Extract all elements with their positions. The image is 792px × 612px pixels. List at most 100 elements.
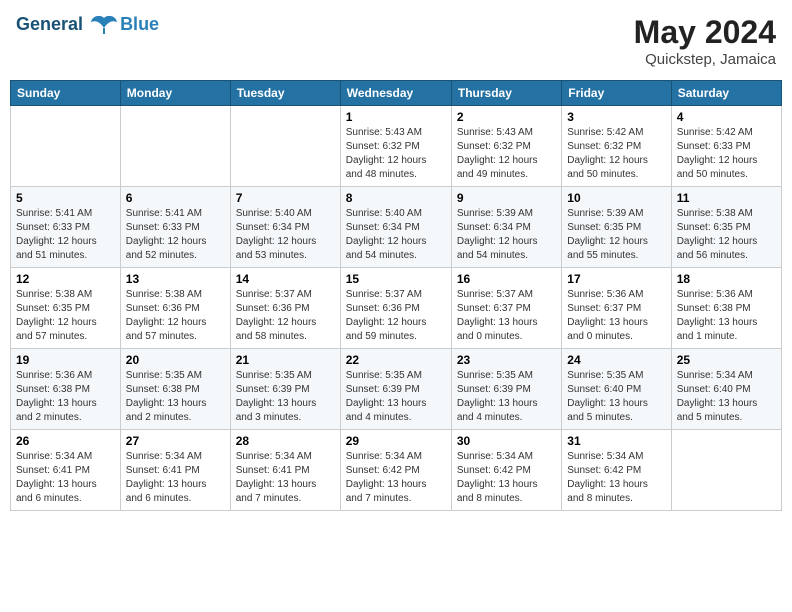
day-number: 29 (346, 434, 446, 448)
day-info: Sunrise: 5:39 AM Sunset: 6:34 PM Dayligh… (457, 207, 556, 263)
calendar-table: SundayMondayTuesdayWednesdayThursdayFrid… (10, 80, 782, 511)
day-number: 20 (126, 353, 225, 367)
day-info: Sunrise: 5:35 AM Sunset: 6:39 PM Dayligh… (457, 369, 556, 425)
day-info: Sunrise: 5:34 AM Sunset: 6:41 PM Dayligh… (236, 450, 335, 506)
day-info: Sunrise: 5:41 AM Sunset: 6:33 PM Dayligh… (126, 207, 225, 263)
calendar-week-row: 12Sunrise: 5:38 AM Sunset: 6:35 PM Dayli… (11, 268, 782, 349)
calendar-cell: 22 Sunrise: 5:35 AM Sunset: 6:39 PM Dayli… (340, 349, 451, 430)
day-number: 9 (457, 191, 556, 205)
day-info: Sunrise: 5:35 AM Sunset: 6:40 PM Dayligh… (567, 369, 665, 425)
day-number: 30 (457, 434, 556, 448)
day-number: 2 (457, 110, 556, 124)
calendar-cell: 16Sunrise: 5:37 AM Sunset: 6:37 PM Dayli… (451, 268, 561, 349)
day-info: Sunrise: 5:34 AM Sunset: 6:40 PM Dayligh… (677, 369, 776, 425)
logo-blue-text: Blue (120, 14, 159, 35)
calendar-cell: 18 Sunrise: 5:36 AM Sunset: 6:38 PM Dayli… (671, 268, 781, 349)
logo-text: General (16, 14, 120, 36)
day-number: 7 (236, 191, 335, 205)
calendar-cell: 1Sunrise: 5:43 AM Sunset: 6:32 PM Daylig… (340, 106, 451, 187)
weekday-header: Monday (120, 81, 230, 106)
day-info: Sunrise: 5:42 AM Sunset: 6:32 PM Dayligh… (567, 126, 665, 182)
title-block: May 2024 Quickstep, Jamaica (634, 14, 776, 68)
day-number: 28 (236, 434, 335, 448)
day-info: Sunrise: 5:41 AM Sunset: 6:33 PM Dayligh… (16, 207, 115, 263)
calendar-cell: 23 Sunrise: 5:35 AM Sunset: 6:39 PM Dayli… (451, 349, 561, 430)
day-number: 13 (126, 272, 225, 286)
calendar-cell: 3 Sunrise: 5:42 AM Sunset: 6:32 PM Daylig… (562, 106, 671, 187)
day-number: 15 (346, 272, 446, 286)
calendar-cell: 9 Sunrise: 5:39 AM Sunset: 6:34 PM Daylig… (451, 187, 561, 268)
day-info: Sunrise: 5:42 AM Sunset: 6:33 PM Dayligh… (677, 126, 776, 182)
day-number: 8 (346, 191, 446, 205)
day-info: Sunrise: 5:38 AM Sunset: 6:35 PM Dayligh… (677, 207, 776, 263)
calendar-cell: 11Sunrise: 5:38 AM Sunset: 6:35 PM Dayli… (671, 187, 781, 268)
day-number: 12 (16, 272, 115, 286)
day-info: Sunrise: 5:34 AM Sunset: 6:41 PM Dayligh… (16, 450, 115, 506)
day-number: 26 (16, 434, 115, 448)
day-info: Sunrise: 5:36 AM Sunset: 6:38 PM Dayligh… (677, 288, 776, 344)
weekday-header: Sunday (11, 81, 121, 106)
calendar-cell: 10Sunrise: 5:39 AM Sunset: 6:35 PM Dayli… (562, 187, 671, 268)
day-info: Sunrise: 5:40 AM Sunset: 6:34 PM Dayligh… (236, 207, 335, 263)
calendar-cell: 13Sunrise: 5:38 AM Sunset: 6:36 PM Dayli… (120, 268, 230, 349)
calendar-cell: 8 Sunrise: 5:40 AM Sunset: 6:34 PM Daylig… (340, 187, 451, 268)
day-info: Sunrise: 5:35 AM Sunset: 6:39 PM Dayligh… (346, 369, 446, 425)
calendar-cell: 19 Sunrise: 5:36 AM Sunset: 6:38 PM Dayli… (11, 349, 121, 430)
calendar-cell: 24 Sunrise: 5:35 AM Sunset: 6:40 PM Dayli… (562, 349, 671, 430)
day-number: 27 (126, 434, 225, 448)
day-info: Sunrise: 5:43 AM Sunset: 6:32 PM Dayligh… (346, 126, 446, 182)
day-number: 3 (567, 110, 665, 124)
calendar-cell: 12Sunrise: 5:38 AM Sunset: 6:35 PM Dayli… (11, 268, 121, 349)
day-number: 4 (677, 110, 776, 124)
calendar-cell: 27 Sunrise: 5:34 AM Sunset: 6:41 PM Dayli… (120, 430, 230, 511)
calendar-cell: 17Sunrise: 5:36 AM Sunset: 6:37 PM Dayli… (562, 268, 671, 349)
day-number: 23 (457, 353, 556, 367)
day-number: 5 (16, 191, 115, 205)
calendar-week-row: 1Sunrise: 5:43 AM Sunset: 6:32 PM Daylig… (11, 106, 782, 187)
calendar-cell: 20Sunrise: 5:35 AM Sunset: 6:38 PM Dayli… (120, 349, 230, 430)
day-number: 14 (236, 272, 335, 286)
day-info: Sunrise: 5:36 AM Sunset: 6:38 PM Dayligh… (16, 369, 115, 425)
calendar-cell: 28 Sunrise: 5:34 AM Sunset: 6:41 PM Dayli… (230, 430, 340, 511)
weekday-header: Tuesday (230, 81, 340, 106)
location-subtitle: Quickstep, Jamaica (634, 51, 776, 68)
day-info: Sunrise: 5:40 AM Sunset: 6:34 PM Dayligh… (346, 207, 446, 263)
calendar-week-row: 5 Sunrise: 5:41 AM Sunset: 6:33 PM Daylig… (11, 187, 782, 268)
calendar-cell: 15 Sunrise: 5:37 AM Sunset: 6:36 PM Dayli… (340, 268, 451, 349)
calendar-cell: 7 Sunrise: 5:40 AM Sunset: 6:34 PM Daylig… (230, 187, 340, 268)
calendar-cell: 6Sunrise: 5:41 AM Sunset: 6:33 PM Daylig… (120, 187, 230, 268)
day-info: Sunrise: 5:37 AM Sunset: 6:36 PM Dayligh… (236, 288, 335, 344)
day-info: Sunrise: 5:34 AM Sunset: 6:42 PM Dayligh… (346, 450, 446, 506)
page-header: General Blue May 2024 Quickstep, Jamaica (10, 10, 782, 72)
day-info: Sunrise: 5:34 AM Sunset: 6:42 PM Dayligh… (457, 450, 556, 506)
day-number: 19 (16, 353, 115, 367)
calendar-cell: 31 Sunrise: 5:34 AM Sunset: 6:42 PM Dayli… (562, 430, 671, 511)
day-info: Sunrise: 5:35 AM Sunset: 6:39 PM Dayligh… (236, 369, 335, 425)
day-info: Sunrise: 5:37 AM Sunset: 6:36 PM Dayligh… (346, 288, 446, 344)
day-info: Sunrise: 5:34 AM Sunset: 6:42 PM Dayligh… (567, 450, 665, 506)
month-title: May 2024 (634, 14, 776, 51)
day-number: 21 (236, 353, 335, 367)
day-number: 31 (567, 434, 665, 448)
day-number: 22 (346, 353, 446, 367)
calendar-cell (120, 106, 230, 187)
day-number: 18 (677, 272, 776, 286)
calendar-week-row: 26 Sunrise: 5:34 AM Sunset: 6:41 PM Dayli… (11, 430, 782, 511)
day-number: 16 (457, 272, 556, 286)
calendar-cell (230, 106, 340, 187)
calendar-cell (671, 430, 781, 511)
calendar-cell: 2 Sunrise: 5:43 AM Sunset: 6:32 PM Daylig… (451, 106, 561, 187)
day-info: Sunrise: 5:39 AM Sunset: 6:35 PM Dayligh… (567, 207, 665, 263)
logo-bird-icon (90, 14, 118, 36)
calendar-cell: 4 Sunrise: 5:42 AM Sunset: 6:33 PM Daylig… (671, 106, 781, 187)
calendar-cell: 21 Sunrise: 5:35 AM Sunset: 6:39 PM Dayli… (230, 349, 340, 430)
day-info: Sunrise: 5:36 AM Sunset: 6:37 PM Dayligh… (567, 288, 665, 344)
calendar-header-row: SundayMondayTuesdayWednesdayThursdayFrid… (11, 81, 782, 106)
day-number: 25 (677, 353, 776, 367)
calendar-cell: 5 Sunrise: 5:41 AM Sunset: 6:33 PM Daylig… (11, 187, 121, 268)
weekday-header: Saturday (671, 81, 781, 106)
day-number: 24 (567, 353, 665, 367)
day-info: Sunrise: 5:34 AM Sunset: 6:41 PM Dayligh… (126, 450, 225, 506)
day-info: Sunrise: 5:43 AM Sunset: 6:32 PM Dayligh… (457, 126, 556, 182)
calendar-cell: 25 Sunrise: 5:34 AM Sunset: 6:40 PM Dayli… (671, 349, 781, 430)
